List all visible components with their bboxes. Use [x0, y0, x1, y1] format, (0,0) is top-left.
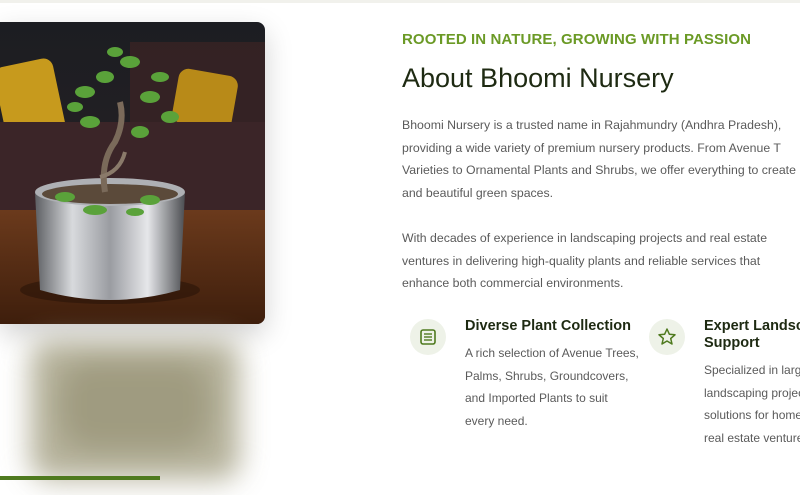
- feature-title: Diverse Plant Collection: [465, 318, 631, 334]
- list-icon: [410, 319, 446, 355]
- top-border: [0, 0, 800, 3]
- feature-description-line: landscaping projec: [704, 385, 800, 400]
- feature-description-line: Specialized in large: [704, 363, 800, 377]
- feature-description: Specialized in large landscaping projec …: [704, 359, 800, 449]
- page-title: About Bhoomi Nursery: [402, 63, 674, 93]
- about-paragraph-2: With decades of experience in landscapin…: [402, 231, 768, 290]
- section-eyebrow: ROOTED IN NATURE, GROWING WITH PASSION: [402, 31, 752, 48]
- star-icon: [649, 319, 685, 355]
- feature-description-line: real estate venture: [704, 430, 800, 445]
- feature-description-line: solutions for home: [704, 408, 800, 422]
- plant-image: [0, 22, 265, 324]
- feature-title: Expert Landsc Support: [704, 318, 800, 351]
- about-paragraph-1: Bhoomi Nursery is a trusted name in Raja…: [402, 118, 800, 200]
- blurred-secondary-image: [0, 330, 290, 490]
- bonsai-plant-photo: [0, 22, 265, 324]
- feature-description: A rich selection of Avenue Trees, Palms,…: [465, 346, 639, 428]
- green-accent-bar: [0, 476, 160, 480]
